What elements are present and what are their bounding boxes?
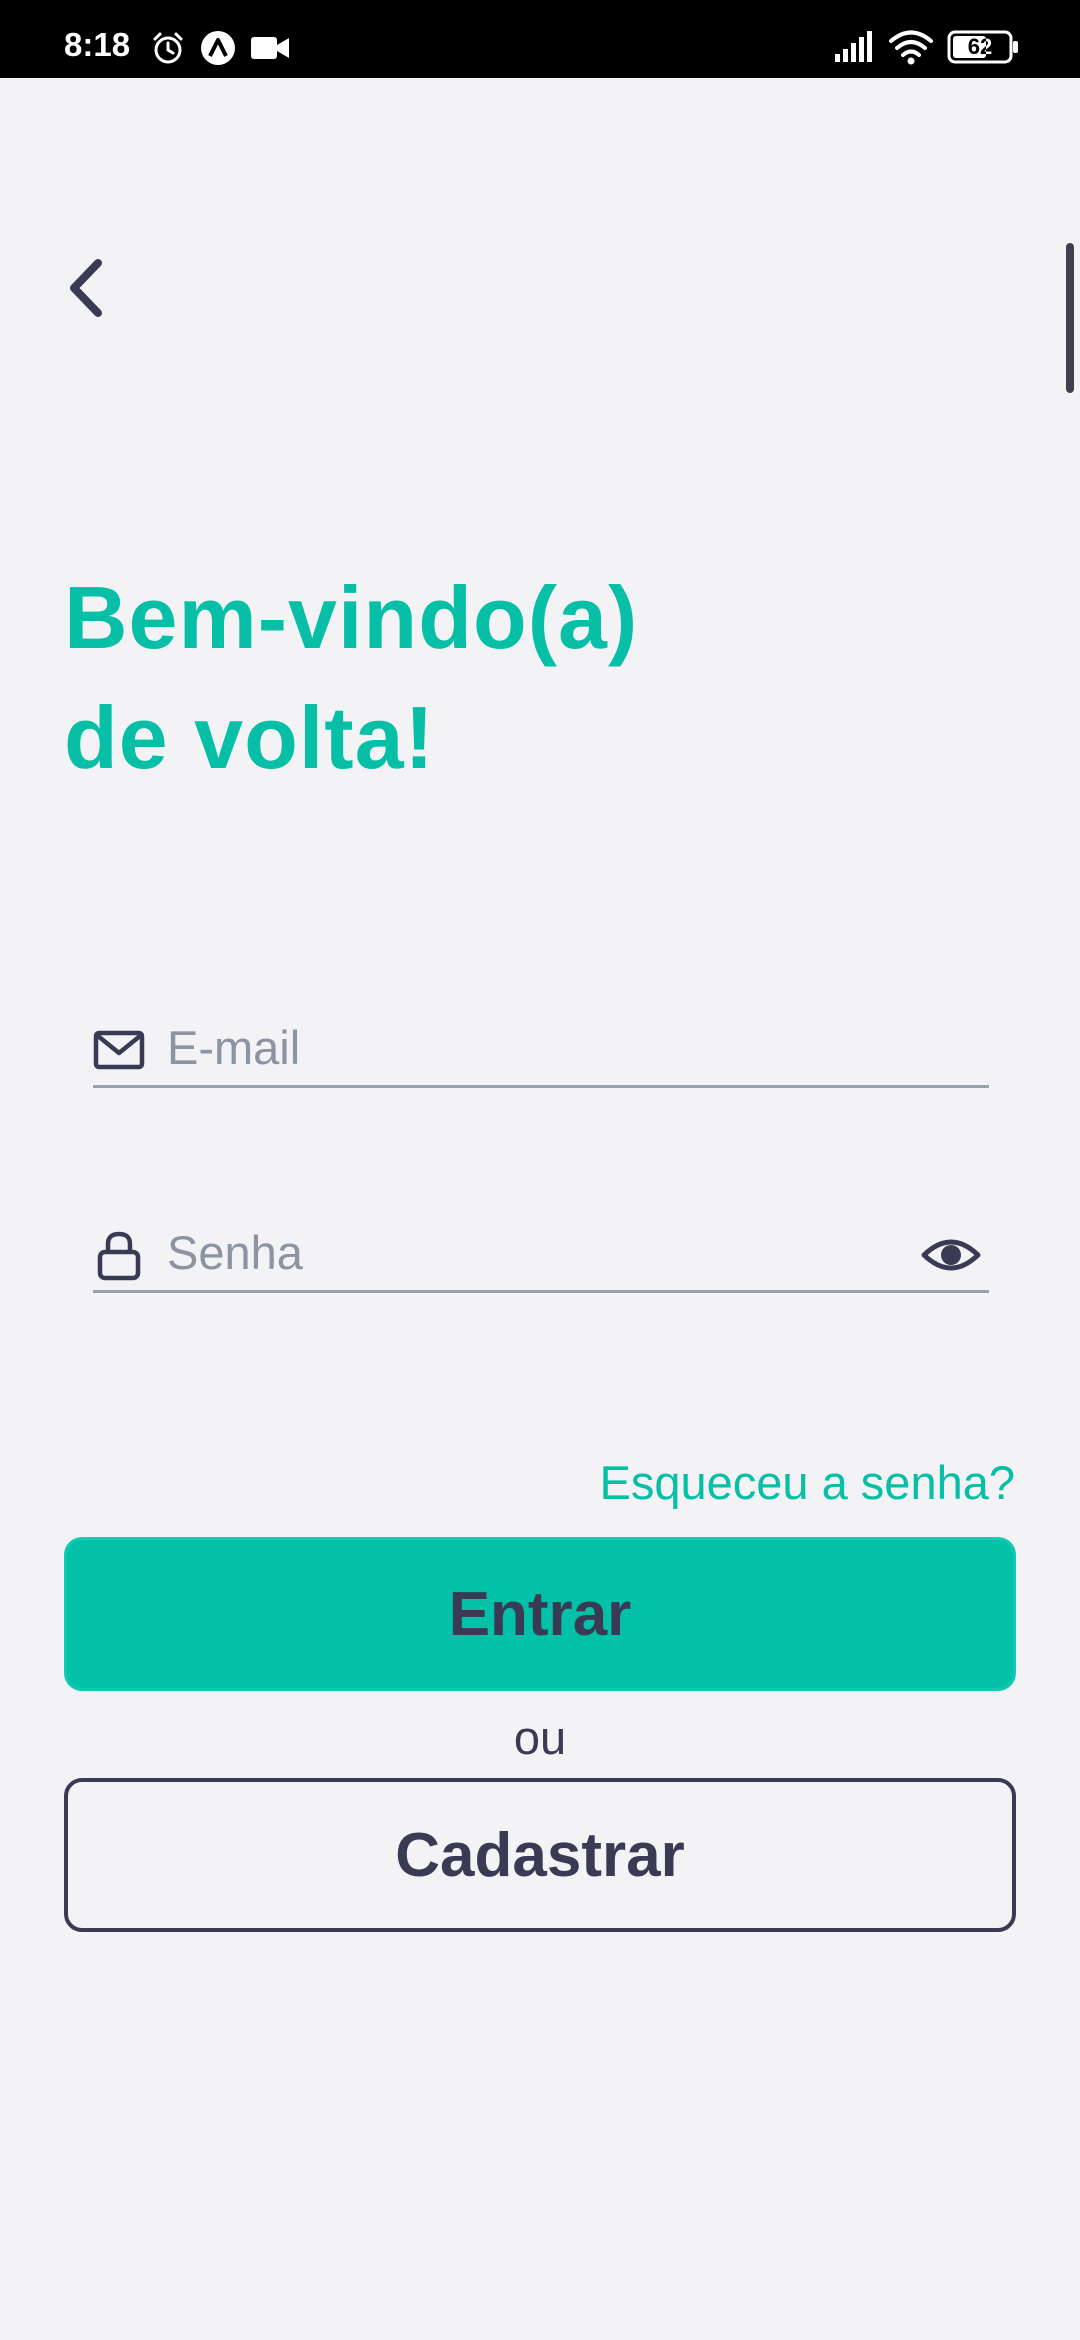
email-input[interactable] [165,1012,885,1082]
wifi-icon [888,28,934,71]
password-field[interactable] [93,1183,989,1293]
scrollbar-thumb[interactable] [1066,243,1074,393]
login-button[interactable]: Entrar [64,1537,1016,1691]
welcome-title-line2: de volta! [64,688,435,787]
status-time: 8:18 [64,26,131,63]
forgot-password-link[interactable]: Esqueceu a senha? [600,1455,1016,1511]
register-button[interactable]: Cadastrar [64,1778,1016,1932]
or-divider-text: ou [513,1711,567,1764]
signal-icon [834,30,876,69]
lock-icon [93,1229,145,1281]
chevron-left-icon [70,259,102,317]
status-bar: 8:18 62 [0,0,1080,78]
welcome-title-line1: Bem-vindo(a) [64,568,639,667]
battery-level: 62 [967,34,993,59]
app-notification-icon [200,30,236,71]
battery-icon: 62 [947,30,1019,64]
envelope-icon [93,1024,145,1076]
alarm-icon [150,30,186,71]
password-input[interactable] [165,1217,885,1287]
email-field[interactable] [93,978,989,1088]
back-button[interactable] [52,248,120,328]
welcome-title: Bem-vindo(a) de volta! [64,558,638,798]
video-camera-icon [250,34,290,67]
login-screen: Bem-vindo(a) de volta! Esqueceu a [0,78,1080,2340]
eye-icon[interactable] [921,1225,981,1285]
